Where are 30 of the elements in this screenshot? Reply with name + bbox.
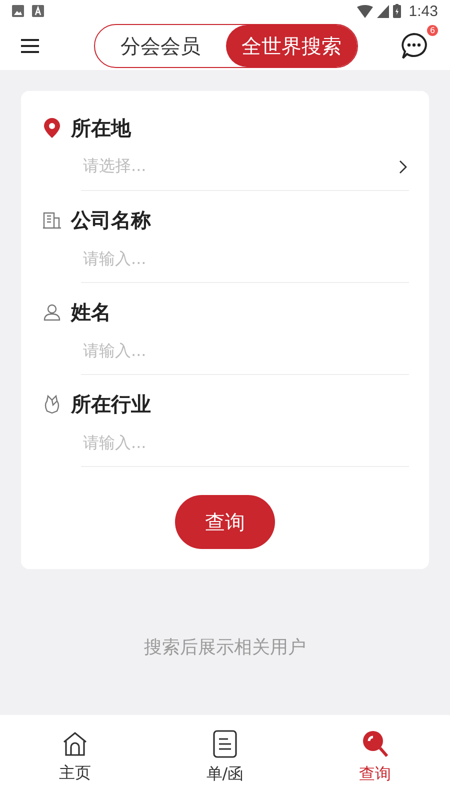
field-label: 所在地 [71,114,131,142]
battery-icon [392,4,401,18]
wifi-icon [356,4,373,18]
notification-badge: 6 [427,25,438,36]
location-pin-icon [43,117,61,139]
person-icon [43,303,61,321]
field-label: 姓名 [71,298,111,326]
input-field[interactable]: 请输入... [81,419,409,467]
chevron-right-icon [399,160,407,174]
empty-hint: 搜索后展示相关用户 [144,636,306,659]
menu-icon[interactable] [20,38,40,54]
segment-tab[interactable]: 分会会员 [95,25,226,67]
search-button[interactable]: 查询 [175,495,275,549]
image-icon [12,5,24,17]
chat-icon[interactable] [400,32,428,60]
search-icon [362,730,388,758]
nav-tab[interactable]: 主页 [0,715,150,800]
input-field[interactable]: 请输入... [81,327,409,375]
nav-tab[interactable]: 查询 [300,715,450,800]
building-icon [43,211,61,229]
segment-tab[interactable]: 全世界搜索 [226,25,357,67]
nav-tab[interactable]: 单/函 [150,715,300,800]
letter-icon [32,5,44,17]
status-time: 1:43 [408,2,438,20]
field-label: 所在行业 [71,390,151,418]
input-field[interactable]: 请输入... [81,235,409,283]
home-icon [62,731,88,757]
document-icon [213,730,237,758]
field-label: 公司名称 [71,206,151,234]
signal-icon [376,4,389,18]
